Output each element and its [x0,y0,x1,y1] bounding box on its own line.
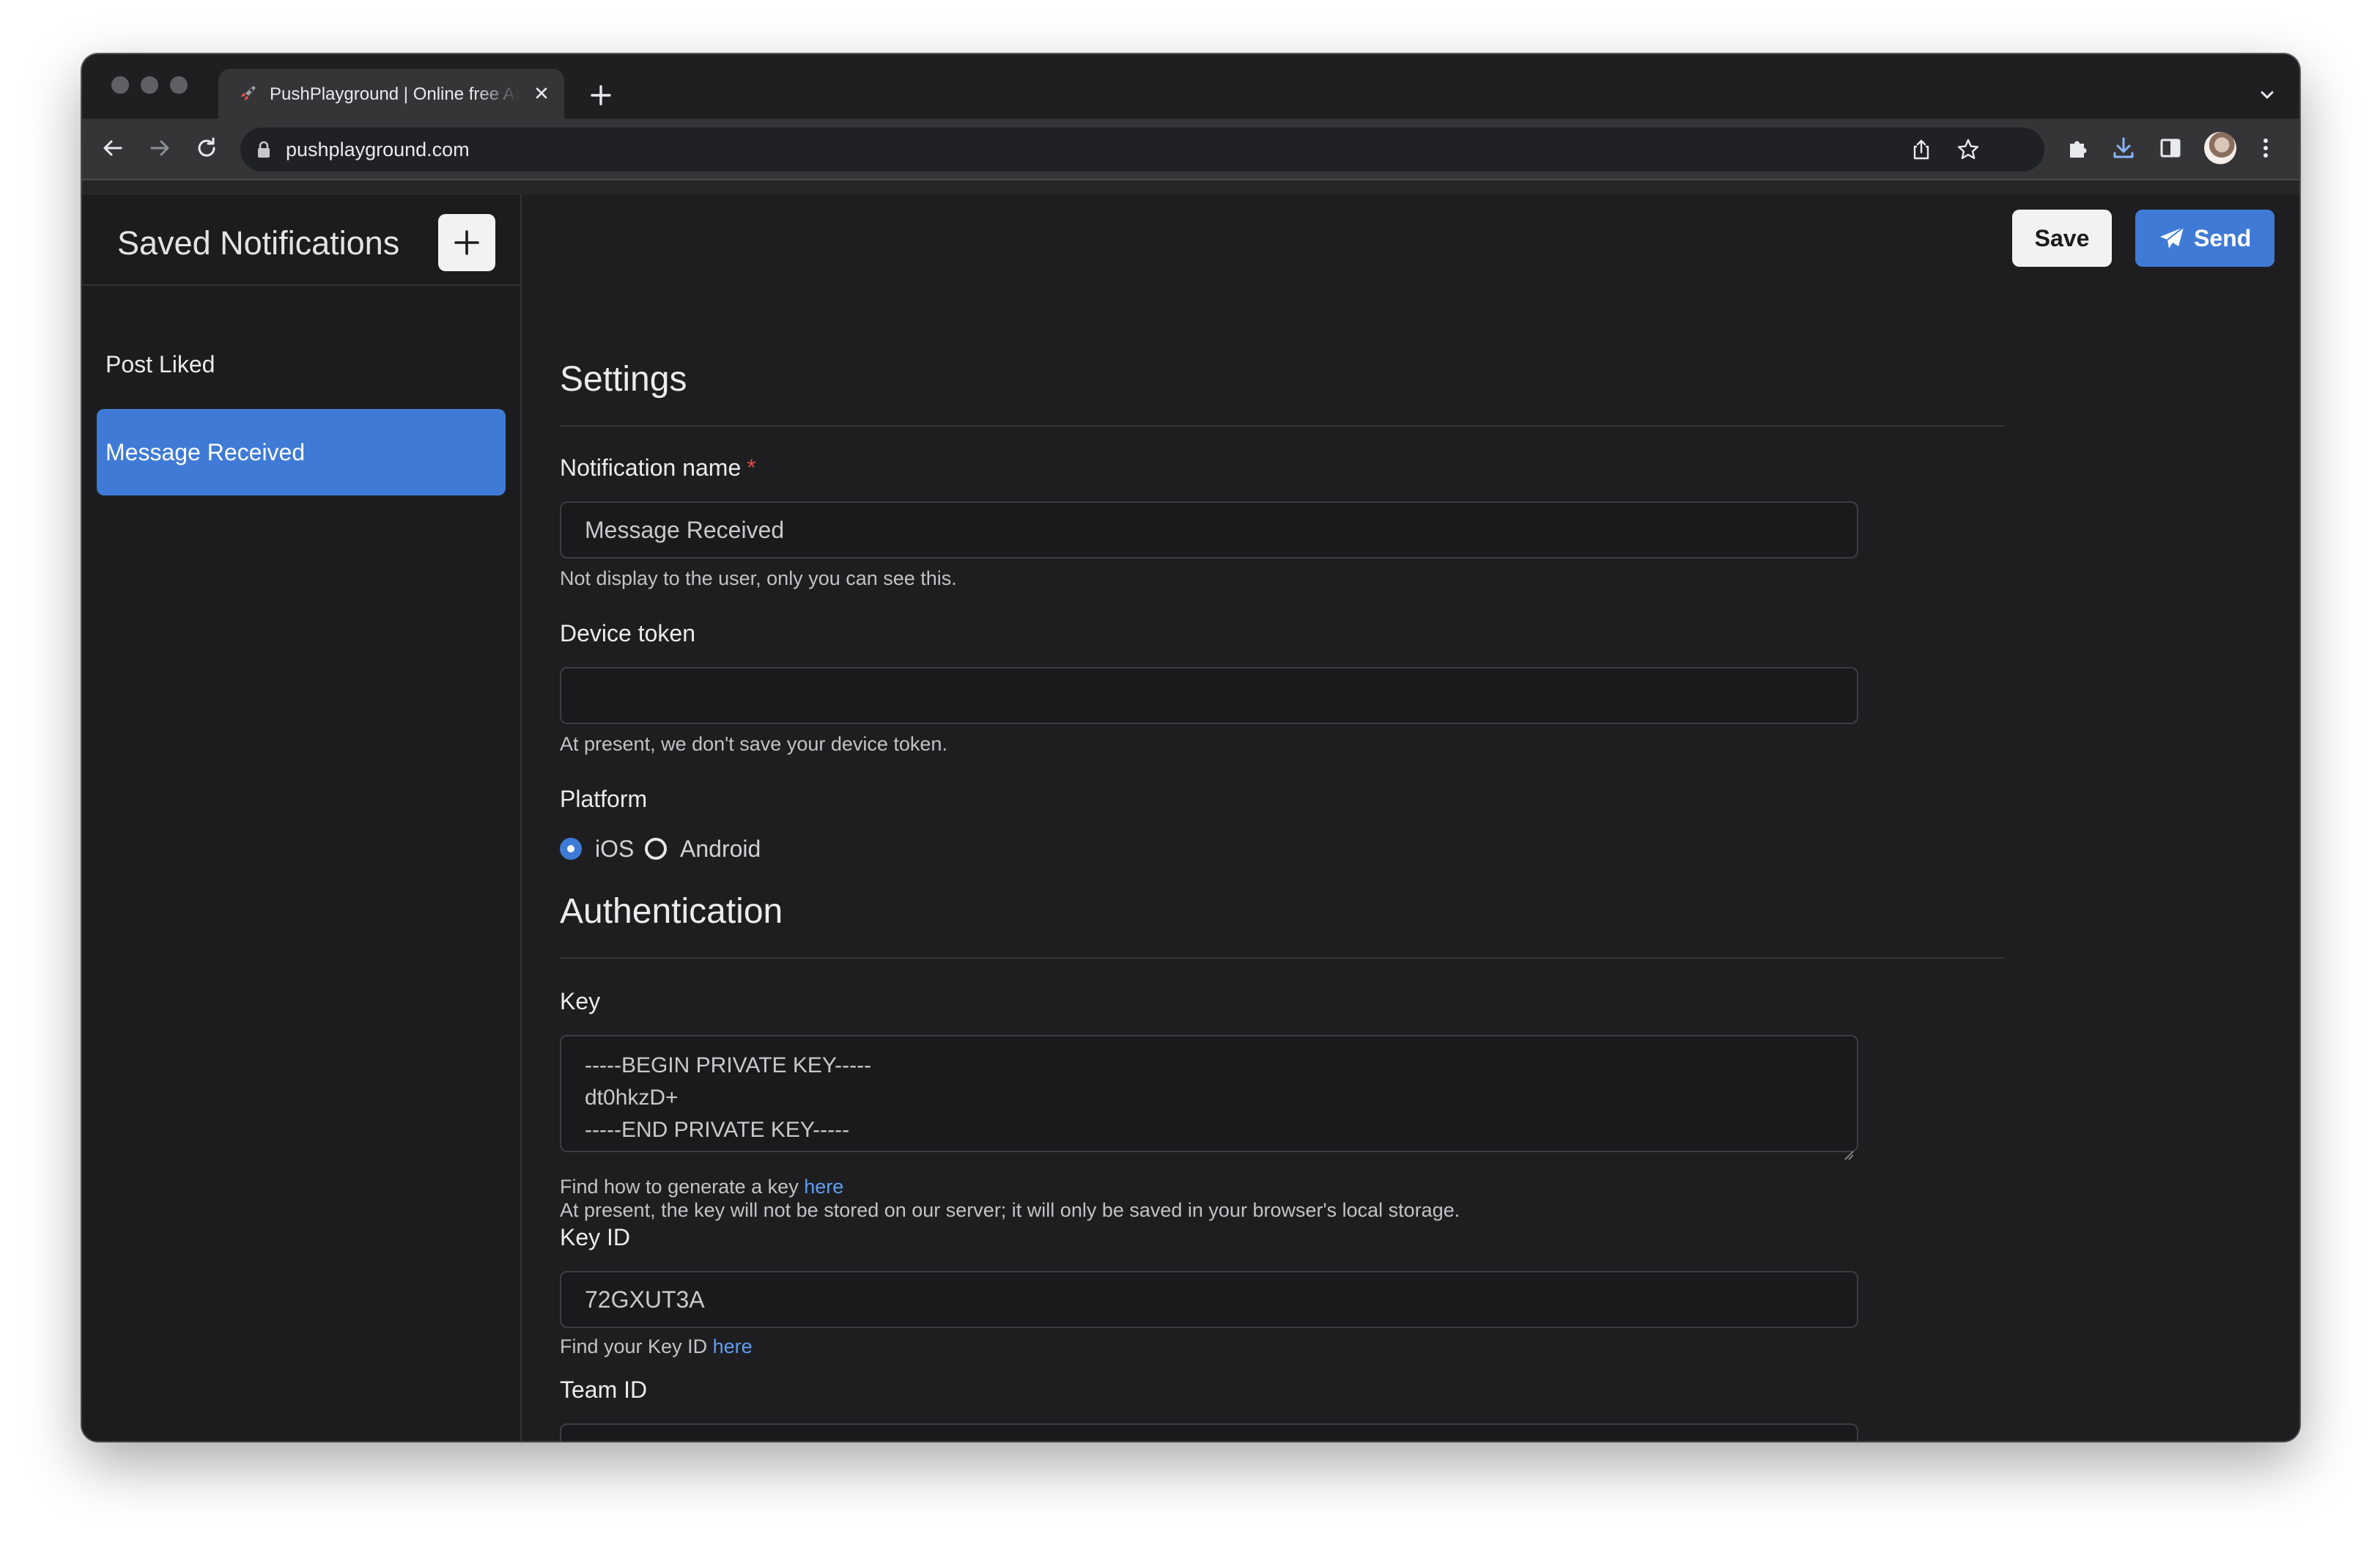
generate-key-link[interactable]: here [804,1176,843,1198]
settings-heading: Settings [560,360,687,399]
browser-tab[interactable]: PushPlayground | Online free APNs tester [218,69,564,119]
sidebar-item-post-liked[interactable]: Post Liked [97,321,506,408]
star-icon[interactable] [1955,136,1981,163]
notification-name-label-text: Notification name [560,454,742,481]
authentication-divider [560,957,2005,959]
sidebar-item-message-received[interactable]: Message Received [97,409,506,495]
notification-name-label: Notification name * [560,453,756,482]
close-window-dot[interactable] [111,76,129,94]
paper-plane-icon [2160,226,2184,248]
device-token-help: At present, we don't save your device to… [560,733,947,755]
add-notification-button[interactable] [438,214,495,271]
resize-handle-icon[interactable] [1844,1138,1854,1160]
send-button[interactable]: Send [2135,210,2274,267]
browser-window: PushPlayground | Online free APNs tester [82,54,2299,1441]
saved-notifications-sidebar: Saved Notifications Post Liked Message R… [82,195,522,1441]
rocket-favicon-icon [239,84,258,103]
profile-avatar[interactable] [2204,132,2236,164]
page-top-strip [82,180,2299,195]
key-id-help-text: Find your Key ID [560,1335,708,1357]
save-button[interactable]: Save [2012,210,2112,267]
address-bar[interactable]: pushplayground.com [240,128,2044,172]
required-asterisk: * [747,454,756,481]
key-line-end: -----END PRIVATE KEY----- [585,1118,850,1142]
key-id-help: Find your Key ID here [560,1334,753,1359]
plus-icon [454,230,479,255]
chevron-down-icon[interactable] [2255,84,2279,107]
settings-divider [560,425,2005,427]
device-token-input[interactable] [560,667,1858,724]
url-text[interactable]: pushplayground.com [286,137,470,162]
send-button-label: Send [2194,225,2252,251]
kebab-menu-icon[interactable] [2251,133,2280,163]
key-label: Key [560,988,601,1014]
notification-name-input[interactable]: Message Received [560,501,1858,559]
tab-title: PushPlayground | Online free APNs tester [270,84,519,104]
back-arrow-icon[interactable] [98,133,128,163]
sidebar-icon[interactable] [2156,133,2185,163]
notification-name-help: Not display to the user, only you can se… [560,567,957,589]
android-radio[interactable] [645,838,667,860]
team-id-label: Team ID [560,1376,648,1403]
forward-arrow-icon[interactable] [145,133,174,163]
share-icon[interactable] [1908,136,1934,163]
download-icon[interactable] [2109,133,2138,163]
ios-radio-label[interactable]: iOS [595,834,634,863]
key-help: Find how to generate a key here [560,1174,843,1199]
sidebar-divider [82,284,520,286]
new-tab-icon[interactable] [586,81,616,110]
browser-toolbar: pushplayground.com [82,119,2299,180]
key-help-text: Find how to generate a key [560,1176,799,1198]
close-tab-icon[interactable] [529,81,554,106]
ios-radio[interactable] [560,838,582,860]
key-line-begin: -----BEGIN PRIVATE KEY----- [585,1053,872,1077]
tab-strip: PushPlayground | Online free APNs tester [82,54,2299,119]
reload-icon[interactable] [192,133,221,163]
device-token-label: Device token [560,620,695,646]
private-key-textarea[interactable]: -----BEGIN PRIVATE KEY----- dt0hkzD+ ---… [560,1035,1858,1160]
notification-editor: Save Send Settings Notification name * Me… [522,195,2299,1441]
authentication-heading: Authentication [560,892,783,931]
android-radio-label[interactable]: Android [680,834,761,863]
puzzle-icon[interactable] [2063,133,2093,163]
team-id-input[interactable]: SJAS3UDMT5L [560,1423,1858,1441]
key-line-body: dt0hkzD+ [585,1086,679,1110]
key-id-label: Key ID [560,1224,631,1250]
lock-icon[interactable] [256,141,271,158]
sidebar-title: Saved Notifications [117,224,400,262]
key-storage-note: At present, the key will not be stored o… [560,1199,1460,1221]
minimize-window-dot[interactable] [141,76,158,94]
find-key-id-link[interactable]: here [713,1335,753,1357]
web-page: Saved Notifications Post Liked Message R… [82,180,2299,1441]
maximize-window-dot[interactable] [170,76,188,94]
key-id-input[interactable]: 72GXUT3A [560,1271,1858,1328]
platform-label: Platform [560,786,648,812]
